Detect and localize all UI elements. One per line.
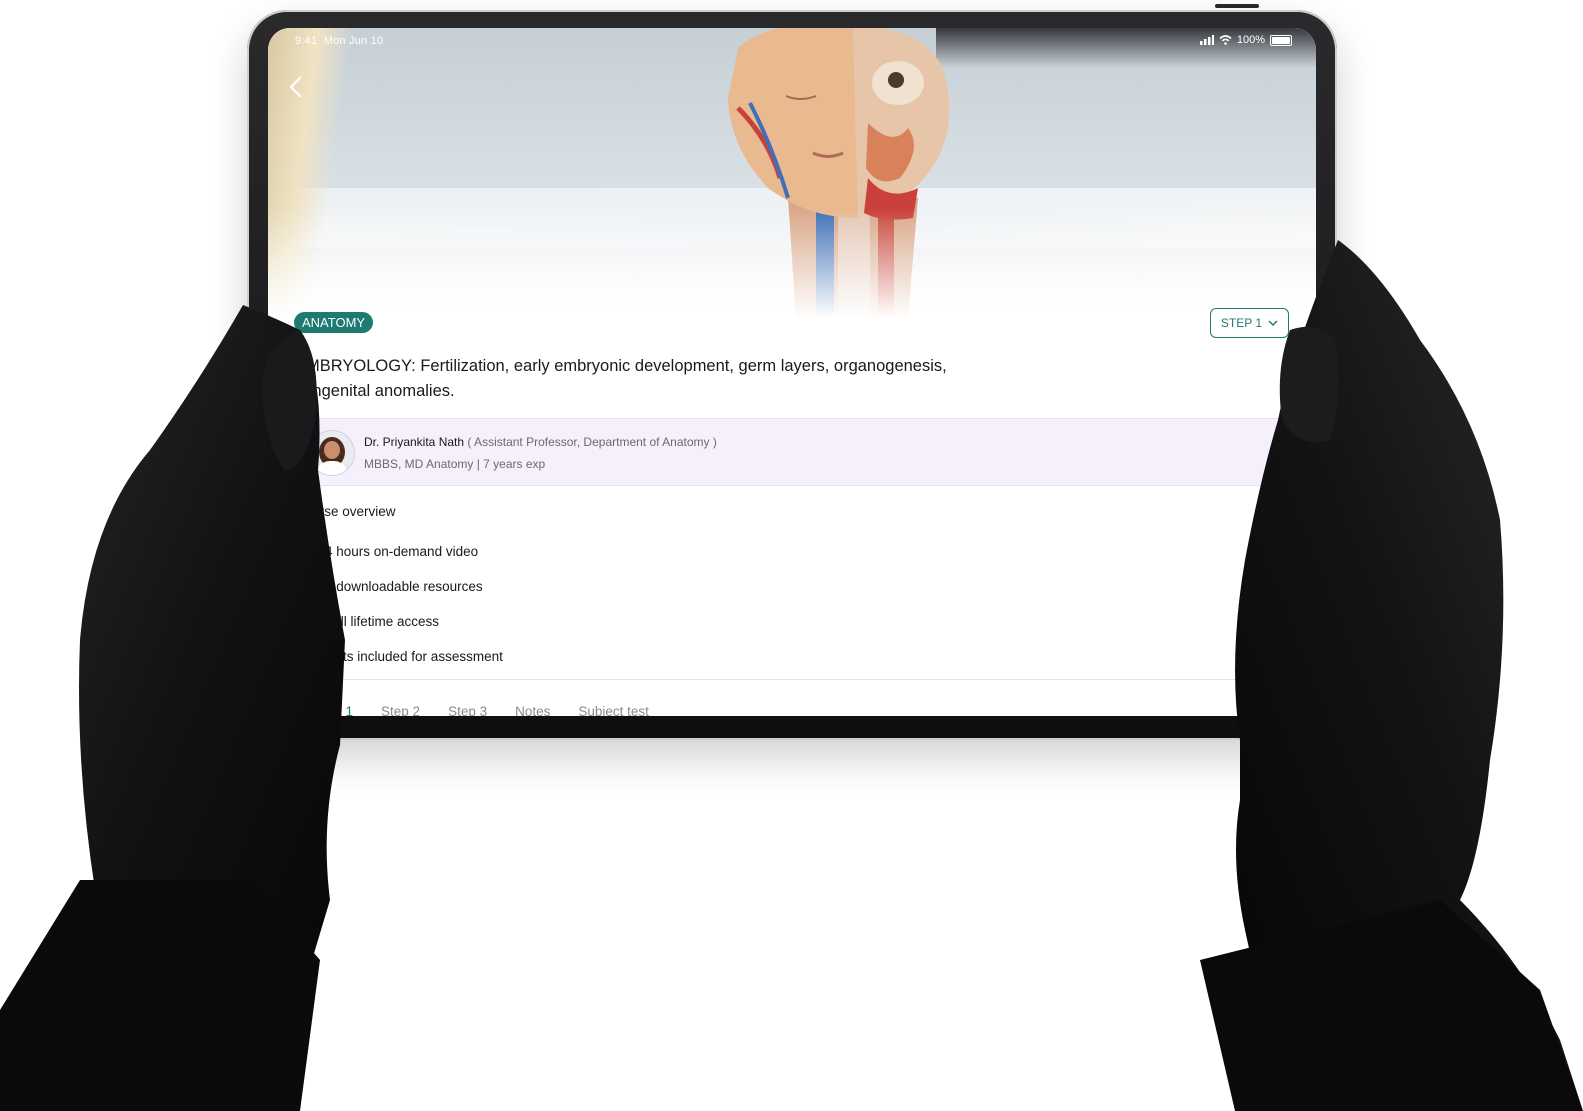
app-screen: 9:41 Mon Jun 10 100% ANATOMY STEP 1 EMBR… — [268, 28, 1316, 716]
chevron-down-icon — [1268, 320, 1278, 327]
instructor-card[interactable]: Dr. Priyankita Nath ( Assistant Professo… — [295, 418, 1291, 486]
battery-percent: 100% — [1236, 34, 1265, 46]
divider — [295, 679, 1289, 680]
list-item: Full lifetime access — [295, 604, 503, 639]
checklist-icon — [295, 648, 311, 665]
subject-badge: ANATOMY — [294, 312, 374, 333]
chevron-left-icon — [289, 76, 302, 98]
status-time: 9:41 Mon Jun 10 — [295, 35, 384, 47]
tab-bar: Step 1 Step 2 Step 3 Notes Subject test — [314, 704, 649, 716]
tab-notes[interactable]: Notes — [515, 704, 550, 716]
list-item: tests included for assessment — [295, 639, 503, 674]
download-icon — [295, 578, 311, 595]
instructor-role: ( Assistant Professor, Department of Ana… — [467, 435, 717, 449]
tab-step-3[interactable]: Step 3 — [448, 704, 487, 716]
tab-subject-test[interactable]: Subject test — [578, 704, 649, 716]
course-overview-list: 4 hours on-demand video 5 downloadable r… — [295, 534, 503, 674]
signal-icon — [1199, 35, 1214, 45]
step-selector-label: STEP 1 — [1220, 316, 1262, 330]
instructor-name: Dr. Priyankita Nath — [364, 435, 465, 449]
battery-icon — [1270, 34, 1292, 46]
tab-step-2[interactable]: Step 2 — [381, 704, 420, 716]
avatar — [309, 430, 355, 476]
course-title: EMBRYOLOGY: Fertilization, early embryon… — [295, 357, 947, 400]
instructor-qualifications: MBBS, MD Anatomy | 7 years exp — [364, 457, 546, 471]
list-item: 5 downloadable resources — [295, 569, 503, 604]
status-indicators: 100% — [1199, 34, 1292, 46]
list-item: 4 hours on-demand video — [295, 534, 503, 569]
wifi-icon — [1219, 35, 1232, 45]
play-circle-icon — [295, 543, 311, 560]
tablet-power-button — [1215, 4, 1259, 8]
instructor-name-line: Dr. Priyankita Nath ( Assistant Professo… — [364, 435, 717, 449]
infinity-icon — [295, 613, 311, 630]
course-overview-heading: Course overview — [295, 504, 396, 519]
step-selector[interactable]: STEP 1 — [1209, 308, 1289, 338]
back-button[interactable] — [282, 72, 312, 102]
hero-image: 9:41 Mon Jun 10 100% — [268, 28, 1316, 318]
tab-step-1[interactable]: Step 1 — [314, 704, 353, 716]
